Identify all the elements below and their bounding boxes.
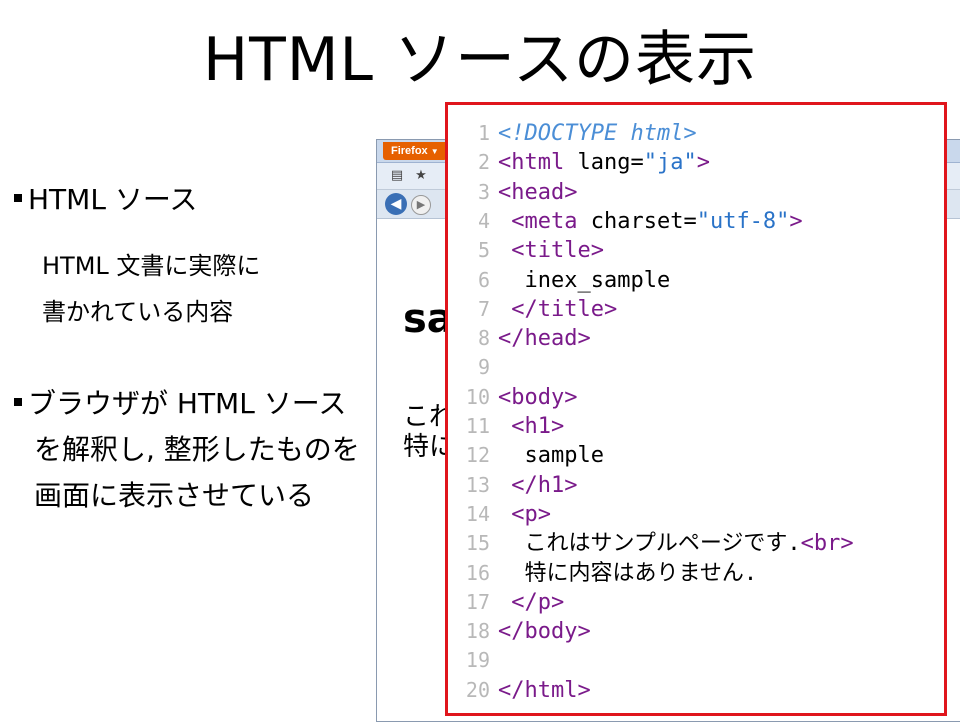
bullet-html-source: HTML ソース <box>14 180 197 220</box>
star-icon[interactable]: ★ <box>413 168 429 184</box>
code-token: <body> <box>498 384 578 410</box>
line-number: 20 <box>465 677 490 702</box>
code-line: 1 <!DOCTYPE html> <box>448 119 697 148</box>
code-token: > <box>789 208 803 234</box>
code-token: </head> <box>498 326 591 352</box>
code-token: inex_sample <box>498 267 671 293</box>
code-token: 特に内容はありません. <box>498 560 758 586</box>
line-number: 8 <box>477 326 490 351</box>
line-number: 6 <box>477 267 490 292</box>
line-number: 16 <box>465 560 490 585</box>
code-token: <br> <box>800 531 854 557</box>
code-line: 9 <box>448 353 498 382</box>
code-line: 13 </h1> <box>448 471 578 500</box>
code-token: </h1> <box>511 472 578 498</box>
slide-title: HTML ソースの表示 <box>202 25 758 95</box>
line-number: 14 <box>465 501 490 526</box>
code-line: 15 これはサンプルページです.<br> <box>448 529 854 558</box>
code-token: <h1> <box>511 414 565 439</box>
code-token: "utf-8" <box>696 208 790 234</box>
line-number: 7 <box>477 296 490 321</box>
back-arrow-icon[interactable]: ◀ <box>385 193 407 215</box>
line-number: 9 <box>477 355 490 380</box>
code-token: </body> <box>498 619 591 645</box>
code-token: </title> <box>511 296 618 322</box>
line-number: 18 <box>465 619 490 644</box>
bullet-browser-line-2: を解釈し, 整形したものを <box>34 433 360 466</box>
code-line: 10 <body> <box>448 383 578 412</box>
bullet-mark <box>14 398 22 406</box>
code-line: 7 </title> <box>448 295 617 324</box>
code-line: 14 <p> <box>448 500 551 529</box>
code-line: 2 <html lang="ja"> <box>448 148 710 177</box>
html-source-panel: 1 <!DOCTYPE html> 2 <html lang="ja"> 3 <head>… <box>445 102 947 716</box>
code-token: lang= <box>564 150 644 176</box>
line-number: 10 <box>465 384 490 409</box>
line-number: 11 <box>465 414 490 438</box>
bullet-mark <box>14 194 22 202</box>
line-number: 5 <box>477 238 490 263</box>
chevron-down-icon: ▼ <box>430 147 439 156</box>
code-token: > <box>696 150 710 176</box>
code-token: </p> <box>511 589 565 615</box>
code-token: <html <box>498 150 565 176</box>
code-line: 12 sample <box>448 441 604 470</box>
code-line: 6 inex_sample <box>448 266 670 295</box>
bullet-browser-line-3: 画面に表示させている <box>34 479 315 512</box>
line-number: 2 <box>477 150 490 175</box>
bookmark-list-icon[interactable]: ▤ <box>389 168 405 184</box>
bullet-label: HTML ソース <box>28 183 198 216</box>
code-token: sample <box>498 443 604 469</box>
code-line: 3 <head> <box>448 178 578 207</box>
bullet-desc-line-1: HTML 文書に実際に <box>42 252 261 280</box>
line-number: 15 <box>465 531 490 556</box>
code-line: 17 </p> <box>448 588 564 617</box>
code-token: <!DOCTYPE html> <box>498 121 697 146</box>
code-token: <p> <box>511 501 551 527</box>
code-token: charset= <box>577 208 697 234</box>
code-token: </html> <box>498 677 591 703</box>
firefox-menu-button[interactable]: Firefox ▼ <box>383 142 447 160</box>
line-number: 17 <box>465 589 490 614</box>
code-line: 5 <title> <box>448 236 604 265</box>
code-token: <head> <box>498 179 578 205</box>
code-line: 11 <h1> <box>448 412 564 441</box>
code-line: 8 </head> <box>448 324 591 353</box>
line-number: 4 <box>477 208 490 233</box>
forward-arrow-icon[interactable]: ▶ <box>411 195 431 215</box>
code-token: これはサンプルページです. <box>498 531 801 557</box>
bullet-desc-line-2: 書かれている内容 <box>42 298 234 326</box>
code-line: 4 <meta charset="utf-8"> <box>448 207 803 236</box>
code-line: 16 特に内容はありません. <box>448 559 757 588</box>
line-number: 13 <box>465 472 490 497</box>
code-line: 20 </html> <box>448 676 591 705</box>
line-number: 12 <box>465 443 490 468</box>
line-number: 19 <box>465 648 490 673</box>
code-token: "ja" <box>643 150 697 176</box>
bullet-browser-line-1: ブラウザが HTML ソース <box>14 384 346 424</box>
code-line: 19 <box>448 646 498 675</box>
line-number: 3 <box>477 179 490 204</box>
code-token: <meta <box>511 208 578 234</box>
code-token: <title> <box>511 238 604 264</box>
line-number: 1 <box>477 121 490 145</box>
code-line: 18 </body> <box>448 617 591 646</box>
